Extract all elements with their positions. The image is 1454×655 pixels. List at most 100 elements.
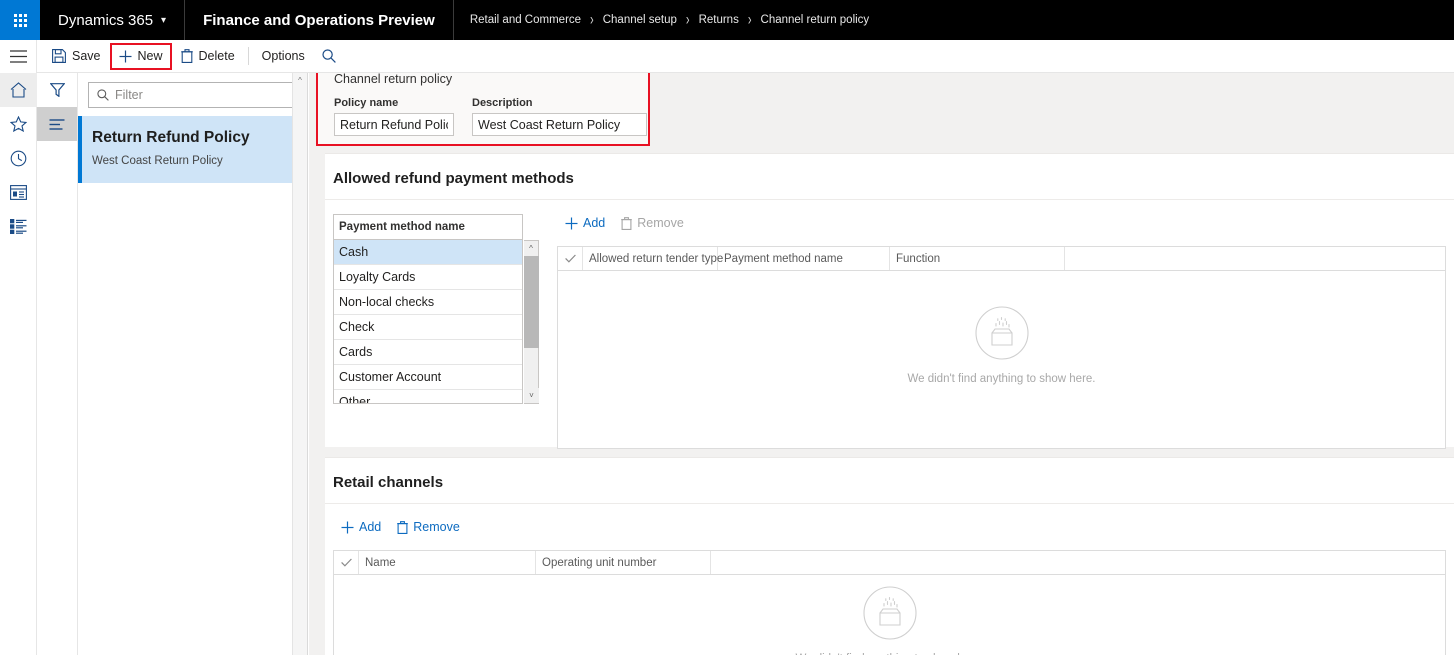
grid-column-payment-method-name[interactable]: Payment method name	[718, 247, 890, 270]
breadcrumb: Retail and Commerce › Channel setup › Re…	[454, 0, 885, 40]
trash-icon	[621, 216, 633, 230]
left-navigation-rail	[0, 40, 37, 655]
breadcrumb-separator-icon: ›	[590, 11, 594, 29]
scrollbar-thumb[interactable]	[524, 256, 539, 348]
tender-type-grid: Allowed return tender type Payment metho…	[557, 246, 1446, 449]
grid-column-operating-unit-number[interactable]: Operating unit number	[536, 551, 711, 574]
empty-state-message: We didn't find anything to show here.	[907, 372, 1096, 385]
workspaces-icon[interactable]	[0, 175, 37, 209]
grid-column-function[interactable]: Function	[890, 247, 1065, 270]
breadcrumb-item-4[interactable]: Channel return policy	[761, 14, 870, 26]
picker-item-non-local-checks[interactable]: Non-local checks	[334, 290, 522, 315]
remove-label: Remove	[637, 216, 684, 230]
picker-item-cards[interactable]: Cards	[334, 340, 522, 365]
retail-channels-grid: Name Operating unit number	[333, 550, 1446, 655]
delete-label: Delete	[198, 49, 235, 63]
brand-label: Dynamics 365	[58, 11, 154, 29]
add-button[interactable]: Add	[335, 518, 387, 536]
remove-label: Remove	[413, 520, 460, 534]
save-icon	[52, 49, 66, 63]
tender-type-grid-area: Add Remove Allowed return tender type Pa…	[557, 214, 1446, 449]
list-panel-rail	[37, 73, 78, 655]
options-label: Options	[261, 49, 305, 63]
home-icon[interactable]	[0, 73, 37, 107]
clock-icon[interactable]	[0, 141, 37, 175]
picker-item-customer-account[interactable]: Customer Account	[334, 365, 522, 390]
header-card-title: Channel return policy	[334, 73, 453, 86]
modules-icon[interactable]	[0, 209, 37, 243]
description-input[interactable]	[472, 113, 647, 136]
delete-button[interactable]: Delete	[172, 44, 244, 69]
save-button[interactable]: Save	[43, 44, 110, 69]
grid-empty-state: We didn't find anything to show here.	[334, 575, 1445, 655]
app-title: Finance and Operations Preview	[185, 0, 454, 40]
app-launcher-icon[interactable]	[0, 0, 40, 40]
section-title: Allowed refund payment methods	[325, 154, 1454, 200]
plus-icon	[119, 50, 132, 63]
command-divider	[247, 47, 249, 65]
grid-empty-state: We didn't find anything to show here.	[558, 271, 1445, 449]
picker-item-other[interactable]: Other	[334, 390, 522, 403]
brand-menu[interactable]: Dynamics 365 ▾	[40, 0, 186, 40]
channel-return-policy-header-card: Channel return policy Policy name Descri…	[316, 73, 650, 146]
chevron-up-icon[interactable]: ^	[524, 241, 538, 256]
new-button[interactable]: New	[109, 42, 172, 70]
no-data-icon	[862, 586, 917, 645]
record-list-panel: Return Refund Policy West Coast Return P…	[78, 73, 308, 655]
filter-text-field[interactable]	[115, 88, 288, 102]
record-subtitle: West Coast Return Policy	[92, 155, 223, 167]
search-input[interactable]	[88, 82, 297, 108]
chevron-up-icon[interactable]: ^	[293, 73, 307, 88]
grid-column-name[interactable]: Name	[359, 551, 536, 574]
filter-icon[interactable]	[37, 73, 77, 107]
allowed-refund-payment-methods-section: Allowed refund payment methods Payment m…	[325, 153, 1454, 449]
picker-column-header: Payment method name	[333, 214, 523, 240]
add-button[interactable]: Add	[559, 214, 611, 232]
plus-icon	[565, 217, 578, 230]
breadcrumb-item-1[interactable]: Retail and Commerce	[470, 14, 581, 26]
breadcrumb-separator-icon: ›	[747, 11, 752, 29]
grid-column-allowed-return-tender-type[interactable]: Allowed return tender type	[583, 247, 723, 270]
picker-item-loyalty-cards[interactable]: Loyalty Cards	[334, 265, 522, 290]
picker-item-check[interactable]: Check	[334, 315, 522, 340]
add-label: Add	[583, 216, 606, 230]
hamburger-icon[interactable]	[0, 40, 37, 73]
dynamics365-page: Dynamics 365 ▾ Finance and Operations Pr…	[0, 0, 1454, 655]
picker-item-cash[interactable]: Cash	[334, 240, 522, 265]
picker-items[interactable]: Cash Loyalty Cards Non-local checks Chec…	[333, 240, 523, 404]
remove-button[interactable]: Remove	[615, 214, 690, 232]
description-label: Description	[472, 97, 533, 109]
top-navigation-bar: Dynamics 365 ▾ Finance and Operations Pr…	[0, 0, 1454, 40]
list-scrollbar[interactable]: ^	[292, 73, 307, 655]
star-icon[interactable]	[0, 107, 37, 141]
trash-icon	[180, 49, 193, 63]
command-bar: Save New Delete Options	[37, 40, 1454, 73]
add-label: Add	[359, 520, 382, 534]
new-label: New	[137, 49, 163, 63]
breadcrumb-item-3[interactable]: Returns	[699, 14, 739, 26]
grid-toolbar: Add Remove	[557, 214, 1446, 232]
grid-header-row: Name Operating unit number	[334, 551, 1445, 575]
policy-name-label: Policy name	[334, 97, 399, 109]
remove-button[interactable]: Remove	[391, 518, 466, 536]
picker-scrollbar[interactable]: ^ ˅	[524, 240, 539, 404]
save-label: Save	[72, 49, 101, 63]
search-icon[interactable]	[314, 44, 344, 69]
record-title: Return Refund Policy	[92, 129, 250, 146]
search-icon	[97, 89, 109, 101]
list-view-icon[interactable]	[37, 107, 77, 141]
filter-area	[78, 73, 307, 116]
chevron-down-icon[interactable]: ˅	[524, 388, 539, 403]
trash-icon	[397, 520, 409, 534]
options-button[interactable]: Options	[253, 44, 314, 69]
section-title: Retail channels	[325, 458, 1454, 504]
breadcrumb-item-2[interactable]: Channel setup	[603, 14, 677, 26]
policy-name-field-group: Policy name	[334, 97, 454, 136]
select-all-checkmark-icon[interactable]	[558, 247, 583, 270]
no-data-icon	[974, 305, 1029, 365]
list-item[interactable]: Return Refund Policy West Coast Return P…	[78, 116, 307, 184]
select-all-checkmark-icon[interactable]	[334, 551, 359, 574]
main-content: Channel return policy Policy name Descri…	[309, 73, 1454, 655]
payment-method-picker: Payment method name Cash Loyalty Cards N…	[333, 214, 539, 449]
policy-name-input[interactable]	[334, 113, 454, 136]
